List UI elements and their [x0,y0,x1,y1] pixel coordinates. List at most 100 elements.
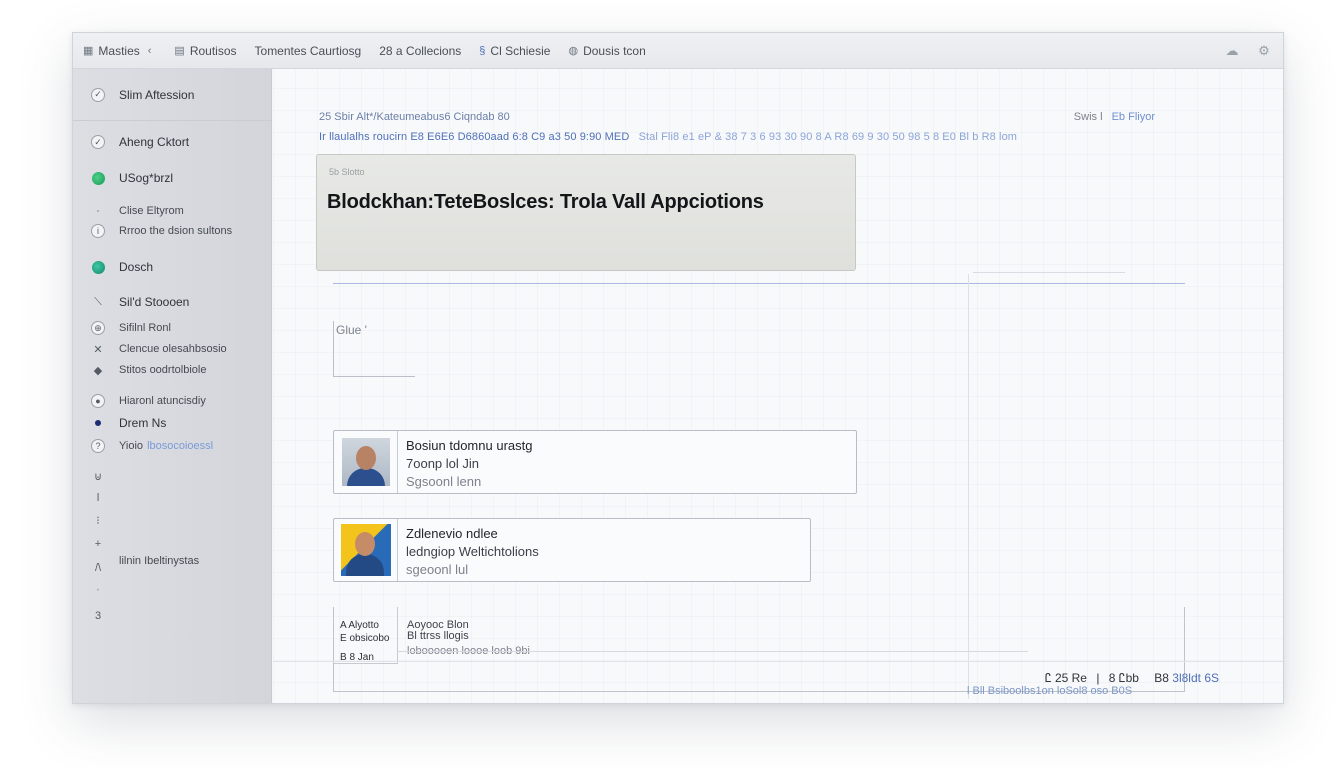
list-item-date: B 8 Jan [340,652,374,663]
sidebar-item-label: Sifilnl Ronl [119,322,171,334]
sidebar-item-label: Clencue olesahbsosio [119,343,227,355]
tab-schiesie[interactable]: § Cl Schiesie [479,44,550,58]
status-navy-icon [91,416,105,430]
globe-icon: ⊕ [91,321,105,335]
mark-icon: ˈ [96,588,100,600]
sidebar-item-label: USog*brzl [119,171,174,185]
sidebar-item-stoooen[interactable]: ⟍ Sil'd Stoooen [91,295,189,309]
sidebar-item-label: Drem Ns [119,416,167,430]
meta-line-top: 25 Sbir Alt*/Kateumeabus6 Ciqndab 80 [319,111,510,123]
diamond-icon: ◆ [93,364,103,377]
sidebar-tool-mark[interactable]: ˈ [91,587,119,601]
tab-dousis[interactable]: ◍ Dousis tcon [568,44,645,58]
divider [398,651,1028,652]
list-item-meta-line: A Alyotto [340,620,379,631]
meta-right: Swis l Eb Fliyor [1074,111,1155,123]
sidebar-header-label: Slim Aftession [119,87,195,102]
document-icon: ▤ [174,45,185,57]
breadcrumb-main[interactable]: Ir llaulalhs roucirn E8 E6E6 D6860aad 6:… [319,131,629,143]
cloud-icon[interactable]: ☁ [1223,42,1241,60]
colon-icon: ⁝ [96,514,100,527]
record-icon: ● [91,394,105,408]
sidebar-tool-u[interactable]: ⊍ [91,469,119,483]
app-window: ▦ Masties ‹ ▤ Routisos Tomentes Caurtios… [72,32,1284,704]
cup-icon: ⊍ [93,470,103,483]
sidebar-tool-bar[interactable]: ǀ [91,491,119,505]
meta-right-a: Swis l [1073,111,1103,123]
help-circle-icon: ? [91,439,105,453]
grid-icon: ▦ [83,45,94,57]
sidebar-item-aheng[interactable]: ✓ Aheng Cktort [91,135,189,149]
profile-meta: Sgsoonl lenn [406,474,482,489]
glue-box[interactable]: Glue ' [333,321,415,377]
sidebar-item-suffix: lbosocoioessl [147,440,214,452]
check-circle-icon: ✓ [91,135,105,149]
tab-masties[interactable]: ▦ Masties ‹ [83,44,156,58]
tab-collections[interactable]: 28 a Collecions [379,44,461,58]
list-item-meta: A Alyotto E obsicobo B 8 Jan [334,607,398,664]
sidebar-item-clencue[interactable]: ✕ Clencue olesahbsosio [91,342,227,356]
sidebar-item-dosch[interactable]: Dosch [91,260,153,274]
sidebar-item-hiaronl[interactable]: ● Hiaronl atuncisdiy [91,394,206,408]
footer-page[interactable]: 8 Ꮭbb [1109,671,1139,685]
profile-card[interactable]: Bosiun tdomnu urastg 7oonp lol Jin Sgsoo… [333,430,857,494]
sidebar-item-rrroo[interactable]: i Rrroo the dsion sultons [91,224,232,238]
chevron-icon: ‹ [147,44,152,57]
sidebar-tool-lambda[interactable]: /\ [91,561,119,575]
tab-tomentes[interactable]: Tomentes Caurtiosg [255,44,362,58]
status-green-icon [91,171,105,185]
footer-count: Ꮭ 25 Re [1044,671,1087,685]
sidebar-item-stitos[interactable]: ◆ Stitos oodrtolbiole [91,363,207,377]
sidebar-item-yioio[interactable]: ? Yioio lbosocoioessl [91,439,213,453]
page-title: Blodckhan:TeteBoslces: Trola Vall Appcio… [327,191,764,213]
avatar-frame [334,519,398,581]
tab-routisos[interactable]: ▤ Routisos [174,44,236,58]
footer-divider [273,661,1283,662]
sidebar-item-label: Sil'd Stoooen [119,295,190,309]
tab-label: Tomentes Caurtiosg [254,43,362,58]
breadcrumb: Ir llaulalhs roucirn E8 E6E6 D6860aad 6:… [319,131,1017,143]
tab-label: 28 a Collecions [379,43,462,58]
lambda-icon: /\ [94,562,102,574]
profile-detail: ledngiop Weltichtolions [406,544,539,559]
sidebar-item-label: Clise Eltyrom [119,205,184,217]
sidebar-item-label: Dosch [119,260,154,274]
breadcrumb-faint: Stal Fli8 e1 eP & 38 7 3 6 93 30 90 8 A … [638,131,1018,143]
sidebar-item-label: Stitos oodrtolbiole [119,364,207,376]
sidebar: ✓ Slim Aftession ✓ Aheng Cktort USog*brz… [73,69,272,703]
sidebar-item-clise[interactable]: · Clise Eltyrom [91,204,184,218]
sidebar-item-usog[interactable]: USog*brzl [91,171,173,185]
settings-icon[interactable]: ⚙ [1255,42,1273,60]
globe-icon: ◍ [568,45,579,57]
sidebar-tool-plus[interactable]: + [91,537,119,551]
sidebar-tool-three[interactable]: 3 [91,609,119,623]
footer-total: B8 [1154,671,1169,685]
sidebar-header[interactable]: ✓ Slim Aftession [73,69,271,121]
status-teal-icon [91,260,105,274]
footer-link[interactable]: 3l8ldt 6S [1172,671,1219,685]
footer-status: l Bll Bsiboolbs1on loSol8 oso B0S [967,685,1133,697]
title-card-tag: 5b Slotto [329,167,365,177]
profile-card[interactable]: Zdlenevio ndlee ledngiop Weltichtolions … [333,518,811,582]
link-icon: § [479,44,486,57]
dot-icon: · [96,205,100,217]
sidebar-item-sifilnl[interactable]: ⊕ Sifilnl Ronl [91,321,171,335]
avatar [341,438,390,486]
check-circle-icon: ✓ [91,87,105,102]
tab-label: Routisos [189,43,237,58]
close-icon: ✕ [93,343,103,356]
profile-name: Zdlenevio ndlee [406,526,498,541]
bar-icon: ǀ [96,492,100,504]
sidebar-item-label: lilnin Ibeltinystas [119,555,200,567]
title-card: 5b Slotto Blodckhan:TeteBoslces: Trola V… [316,154,856,271]
sidebar-item-label: Rrroo the dsion sultons [119,225,233,237]
meta-right-b[interactable]: Eb Fliyor [1112,111,1155,123]
plus-icon: + [94,538,102,550]
accent-divider [333,283,1185,284]
glue-label: Glue ' [336,323,367,337]
tab-label: Masties [98,43,140,58]
footer-pagination: Ꮭ 25 Re | 8 Ꮭbb B8 3l8ldt 6S [1044,671,1219,685]
sidebar-tool-colon[interactable]: ⁝ [91,513,119,527]
tab-label: Cl Schiesie [490,43,551,58]
sidebar-item-drem[interactable]: Drem Ns [91,416,166,430]
